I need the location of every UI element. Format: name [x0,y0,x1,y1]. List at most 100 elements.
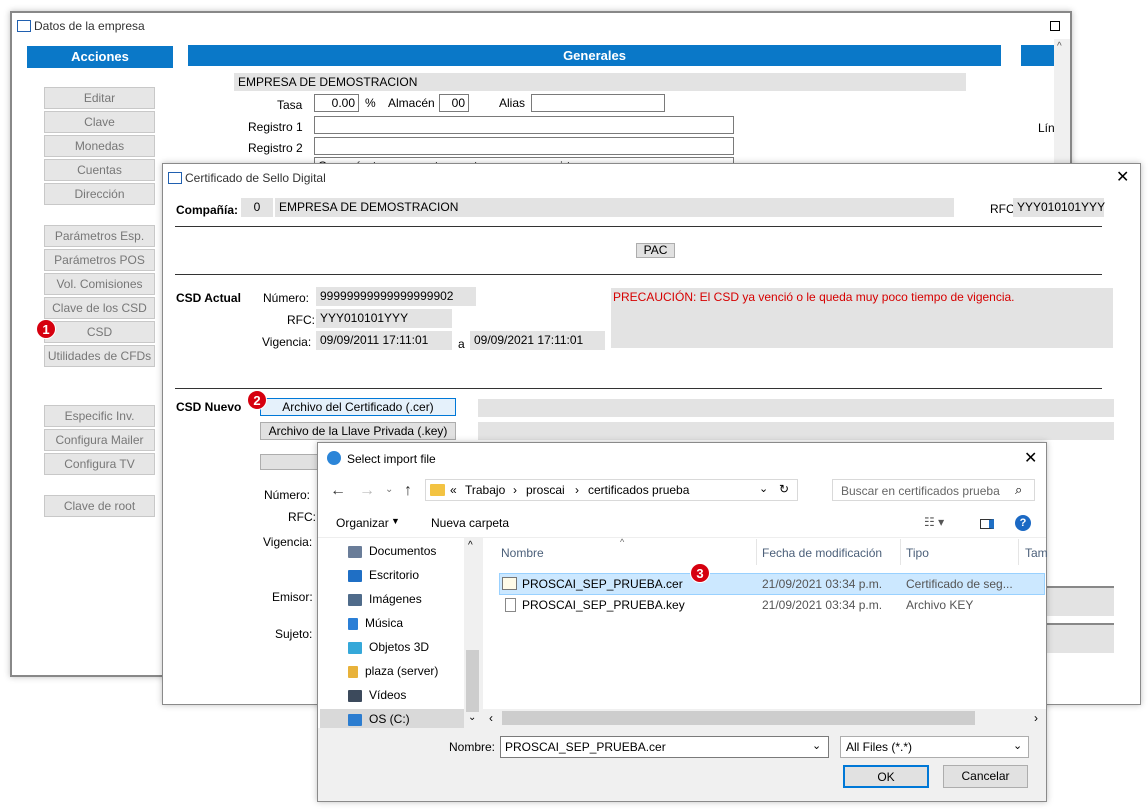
step-badge-1: 1 [36,319,56,339]
help-icon[interactable]: ? [1015,515,1031,531]
organizar-menu[interactable]: Organizar [336,516,389,530]
cert-file-button[interactable]: Archivo del Certificado (.cer) [260,398,456,416]
h-scrollbar[interactable]: ‹ › [483,709,1046,728]
ok-button[interactable]: OK [843,765,929,788]
folder-icon [430,484,445,496]
rfc-label: RFC [990,202,1015,216]
path-certificados[interactable]: certificados prueba [588,483,689,497]
dialog-title: Select import file [347,452,436,466]
almacen-label: Almacén [388,96,435,110]
col-nombre[interactable]: Nombre [501,546,544,560]
col-fecha[interactable]: Fecha de modificación [762,546,882,560]
path-proscai[interactable]: proscai [526,483,565,497]
registro2-input[interactable] [314,137,734,155]
nav-videos[interactable]: Vídeos [348,685,406,705]
action-monedas[interactable]: Monedas [44,135,155,157]
registro1-label: Registro 1 [248,120,303,134]
action-parametros-pos[interactable]: Parámetros POS [44,249,155,271]
action-cuentas[interactable]: Cuentas [44,159,155,181]
action-editar[interactable]: Editar [44,87,155,109]
numero-label: Número: [263,291,310,305]
refresh-icon[interactable]: ↻ [779,482,789,496]
search-icon: ⌕ [1015,482,1023,497]
scroll-thumb[interactable] [466,650,479,712]
action-clave-csd[interactable]: Clave de los CSD [44,297,155,319]
empresa-title: Datos de la empresa [34,19,145,33]
nav-label: Objetos 3D [369,640,430,654]
filter-select[interactable]: All Files (*.*) ⌄ [840,736,1029,758]
action-parametros-esp[interactable]: Parámetros Esp. [44,225,155,247]
col-tipo[interactable]: Tipo [906,546,929,560]
view-options-icon[interactable]: ☷ ▾ [924,515,944,529]
col-tam[interactable]: Tam [1025,546,1048,560]
tasa-input[interactable]: 0.00 [314,94,359,112]
path-trabajo[interactable]: Trabajo [465,483,505,497]
nav-objetos-3d[interactable]: Objetos 3D [348,637,429,657]
action-direccion[interactable]: Dirección [44,183,155,205]
action-csd[interactable]: CSD [44,321,155,343]
nombre-label: Nombre: [449,740,496,754]
action-configura-tv[interactable]: Configura TV [44,453,155,475]
alias-input[interactable] [531,94,665,112]
scroll-up-icon[interactable]: ^ [1057,41,1062,52]
warning-box: PRECAUCIÓN: El CSD ya venció o le queda … [611,288,1113,348]
nav-plaza-server[interactable]: plaza (server) [348,661,438,681]
window-icon [17,20,31,32]
file-name[interactable]: PROSCAI_SEP_PRUEBA.cer [522,577,683,591]
emisor-label: Emisor: [272,590,313,604]
dialog-titlebar: Select import file ✕ [318,443,1046,474]
action-clave[interactable]: Clave [44,111,155,133]
nav-os-c[interactable]: OS (C:) [348,709,410,729]
nav-imagenes[interactable]: Imágenes [348,589,422,609]
preview-pane-icon[interactable] [980,519,994,529]
sort-up-icon: ^ [620,537,625,547]
empresa-titlebar: Datos de la empresa [12,13,1070,39]
nav-label: plaza (server) [365,664,439,678]
forward-arrow-icon[interactable]: → [359,482,375,500]
toolbar: Organizar ▼ Nueva carpeta ☷ ▾ ? [318,510,1046,538]
pac-button[interactable]: PAC [636,243,675,258]
scroll-left-icon[interactable]: ‹ [489,711,493,725]
file-name[interactable]: PROSCAI_SEP_PRUEBA.key [522,598,685,612]
videos-icon [348,689,362,702]
action-vol-comisiones[interactable]: Vol. Comisiones [44,273,155,295]
almacen-input[interactable]: 00 [439,94,469,112]
scroll-right-icon[interactable]: › [1034,711,1038,725]
h-scroll-thumb[interactable] [502,711,975,725]
nav-scrollbar[interactable]: ^ ⌄ [464,538,481,728]
nav-bar: ← → ⌄ ↑ « Trabajo › proscai › certificad… [318,474,1046,510]
up-arrow-icon[interactable]: ↑ [404,482,412,500]
nombre-input[interactable]: PROSCAI_SEP_PRUEBA.cer ⌄ [500,736,829,758]
action-especific-inv[interactable]: Especific Inv. [44,405,155,427]
key-file-button[interactable]: Archivo de la Llave Privada (.key) [260,422,456,440]
maximize-icon[interactable] [1050,21,1060,31]
nav-documentos[interactable]: Documentos [348,541,436,561]
chevron-down-icon[interactable]: ⌄ [812,739,821,752]
chevron-right-icon: › [513,483,517,497]
back-arrow-icon[interactable]: ← [330,482,346,500]
blank-button[interactable] [260,454,320,470]
action-configura-mailer[interactable]: Configura Mailer [44,429,155,451]
action-clave-root[interactable]: Clave de root [44,495,155,517]
recent-dropdown-icon[interactable]: ⌄ [385,484,393,495]
nueva-carpeta-button[interactable]: Nueva carpeta [431,516,509,530]
compania-name: EMPRESA DE DEMOSTRACION [275,198,954,217]
rfc-actual-label: RFC: [287,313,315,327]
nav-musica[interactable]: Música [348,613,403,633]
scroll-up-icon[interactable]: ^ [468,540,473,551]
file-date: 21/09/2021 03:34 p.m. [762,577,883,591]
vigencia-to: 09/09/2021 17:11:01 [470,331,605,350]
close-icon[interactable]: ✕ [1116,167,1129,187]
search-input[interactable]: Buscar en certificados prueba ⌕ [832,479,1035,501]
close-icon[interactable]: ✕ [1024,448,1037,468]
nav-escritorio[interactable]: Escritorio [348,565,419,585]
address-bar[interactable]: « Trabajo › proscai › certificados prueb… [425,479,798,501]
scroll-down-icon[interactable]: ⌄ [468,712,476,723]
divider [175,274,1102,275]
cancel-button[interactable]: Cancelar [943,765,1028,788]
nav-label: Imágenes [369,592,422,606]
acciones-header: Acciones [27,46,173,68]
registro1-input[interactable] [314,116,734,134]
chevron-down-icon[interactable]: ⌄ [759,482,768,495]
action-utilidades-cfd[interactable]: Utilidades de CFDs [44,345,155,367]
